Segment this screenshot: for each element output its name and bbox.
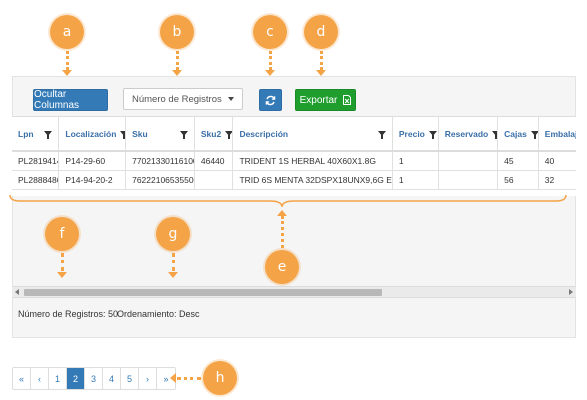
table-cell: P14-29-60 (58, 151, 127, 171)
page-prev-button[interactable]: ‹ (31, 368, 49, 389)
callout-e: e (265, 250, 299, 284)
column-header[interactable]: Precio (392, 117, 439, 152)
table-cell (438, 151, 499, 171)
table-cell (194, 170, 234, 190)
callout-f-pointer (61, 253, 64, 271)
sort-order: Ordenamiento: Desc (117, 309, 200, 319)
column-header-label: Cajas (504, 128, 527, 139)
page-next-button[interactable]: › (139, 368, 157, 389)
table-row[interactable]: PL2888486 P14-94-20-2 76222106535500 TRI… (12, 170, 576, 190)
page-button[interactable]: 3 (85, 368, 103, 389)
refresh-button[interactable] (259, 89, 282, 111)
callout-g-pointer (172, 253, 175, 271)
page-first-button[interactable]: « (13, 368, 31, 389)
data-grid: Lpn Localización Sku Sku2 Descripción Pr… (12, 116, 576, 196)
column-header[interactable]: Sku2 (194, 117, 234, 152)
column-header-label: Reservado (444, 128, 489, 139)
callout-c: c (253, 15, 287, 49)
column-header-label: Sku (132, 128, 148, 139)
column-header-label: Lpn (18, 128, 34, 139)
horizontal-scrollbar[interactable] (12, 286, 576, 298)
column-header-label: Precio (398, 128, 425, 139)
callout-h: h (203, 361, 237, 395)
table-row[interactable]: PL2819414 P14-29-60 77021330116100 46440… (12, 151, 576, 171)
table-cell: 32 (538, 170, 576, 190)
scrollbar-thumb[interactable] (24, 289, 382, 296)
chevron-down-icon (228, 97, 234, 101)
filter-icon[interactable] (44, 131, 53, 139)
table-cell: PL2888486 (12, 170, 60, 190)
callout-a-pointer (66, 51, 69, 70)
page-button[interactable]: 4 (103, 368, 121, 389)
page-button[interactable]: 1 (49, 368, 67, 389)
table-cell: 1 (392, 151, 439, 171)
column-header-label: Sku2 (200, 128, 222, 139)
table-cell: 1 (392, 170, 439, 190)
filter-icon[interactable] (492, 131, 497, 139)
filter-icon[interactable] (120, 131, 125, 139)
hide-columns-button[interactable]: Ocultar Columnas (33, 89, 108, 111)
column-header[interactable]: Sku (125, 117, 195, 152)
export-button[interactable]: Exportar (295, 89, 356, 111)
scroll-right-icon[interactable] (569, 289, 573, 295)
callout-d-pointer (320, 51, 323, 70)
page-button[interactable]: 5 (121, 368, 139, 389)
records-per-page-select[interactable]: Número de Registros (123, 88, 243, 110)
filter-icon[interactable] (377, 131, 386, 139)
table-brace (9, 194, 567, 208)
callout-g-arrowhead (168, 272, 178, 278)
refresh-icon (265, 95, 276, 105)
pagination: « ‹ 1 2 3 4 5 › » (12, 367, 176, 390)
export-label: Exportar (299, 94, 338, 106)
scroll-left-icon[interactable] (15, 289, 19, 295)
excel-file-icon (343, 95, 352, 105)
page-button-active[interactable]: 2 (67, 368, 85, 389)
callout-h-pointer (177, 377, 201, 380)
table-header-row: Lpn Localización Sku Sku2 Descripción Pr… (12, 117, 576, 152)
callout-d: d (304, 15, 338, 49)
callout-c-pointer (269, 51, 272, 70)
column-header[interactable]: Localización (58, 117, 127, 152)
callout-e-pointer (281, 216, 284, 248)
filter-icon[interactable] (179, 131, 188, 139)
table-cell: 40 (538, 151, 576, 171)
table-cell (438, 170, 499, 190)
records-table: Lpn Localización Sku Sku2 Descripción Pr… (12, 117, 576, 190)
column-header[interactable]: Reservado (438, 117, 499, 152)
table-cell: TRID 6S MENTA 32DSPX18UNX9,6G EXP (232, 170, 393, 190)
table-cell: 46440 (194, 151, 234, 171)
callout-b: b (160, 15, 194, 49)
column-header[interactable]: Cajas (497, 117, 539, 152)
table-cell: PL2819414 (12, 151, 60, 171)
column-header[interactable]: Lpn (12, 117, 60, 152)
table-cell: 45 (497, 151, 539, 171)
filter-icon[interactable] (225, 131, 232, 139)
column-header-label: Localización (65, 128, 117, 139)
callout-a: a (50, 15, 84, 49)
records-per-page-value: Número de Registros (132, 93, 222, 105)
column-header-label: Embalaje (544, 128, 576, 139)
filter-icon[interactable] (530, 131, 538, 139)
column-header[interactable]: Descripción (232, 117, 393, 152)
column-header-label: Descripción (239, 128, 289, 139)
table-cell: P14-94-20-2 (58, 170, 127, 190)
table-cell: 77021330116100 (125, 151, 195, 171)
callout-f-arrowhead (57, 272, 67, 278)
hide-columns-label: Ocultar Columnas (34, 89, 80, 111)
records-count: Número de Registros: 50 (18, 309, 119, 319)
callout-h-arrowhead (170, 373, 176, 383)
callout-b-pointer (176, 51, 179, 70)
table-cell: 56 (497, 170, 539, 190)
callout-g: g (156, 217, 190, 251)
table-cell: TRIDENT 1S HERBAL 40X60X1.8G (232, 151, 393, 171)
filter-icon[interactable] (428, 131, 437, 139)
column-header[interactable]: Embalaje (538, 117, 576, 152)
table-cell: 76222106535500 (125, 170, 195, 190)
callout-f: f (45, 217, 79, 251)
